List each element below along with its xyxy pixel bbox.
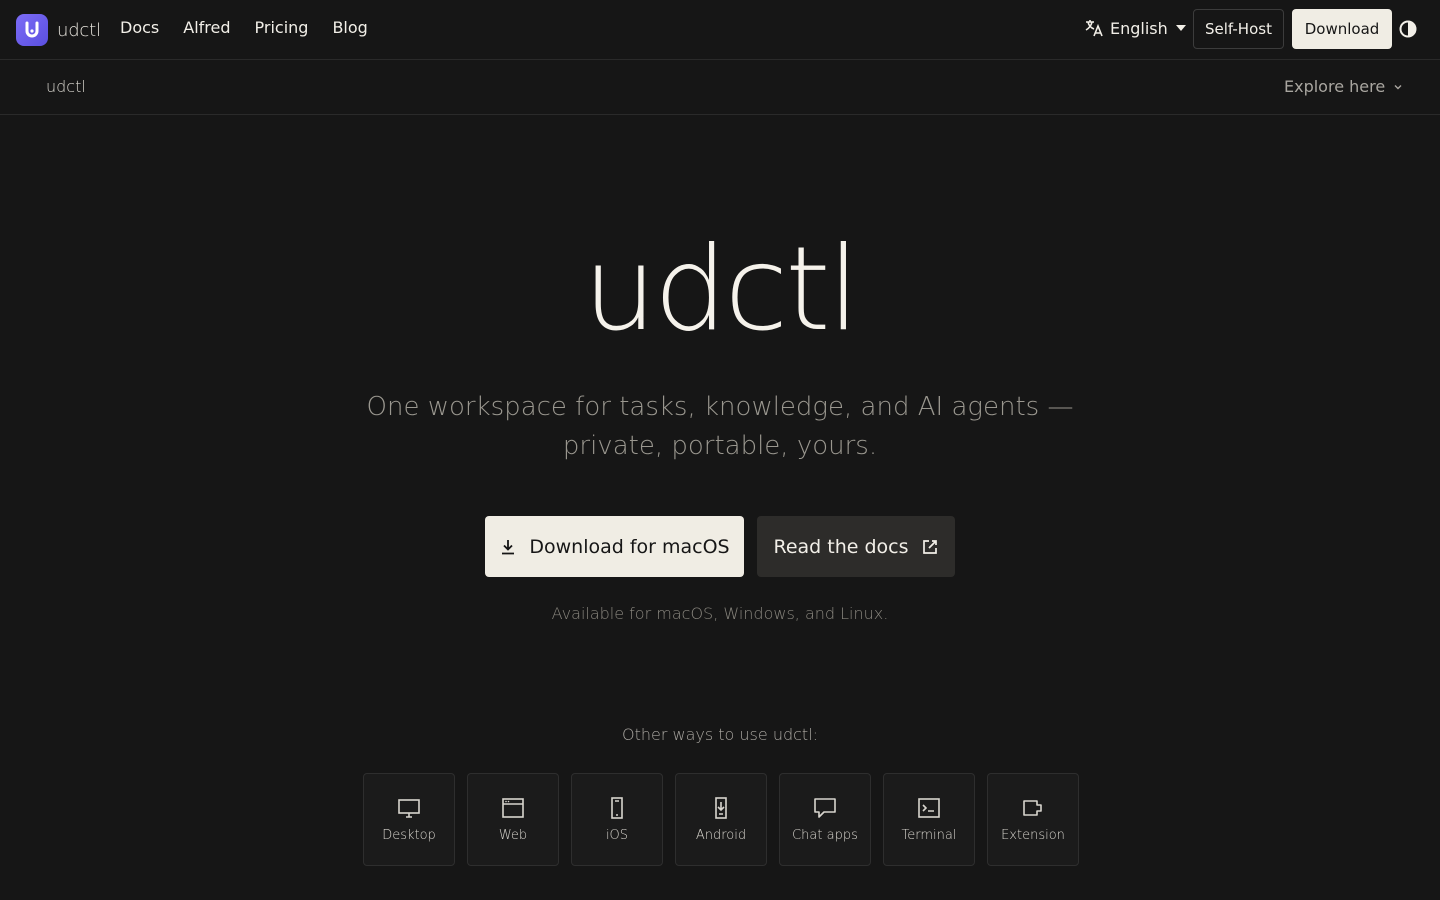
platform-label: Web [498, 828, 528, 843]
monitor-icon [398, 799, 420, 818]
download-icon [502, 539, 515, 554]
explore-dropdown[interactable]: Explore here [1284, 77, 1403, 96]
language-selector[interactable]: English [1084, 18, 1186, 38]
u-shape-icon [16, 14, 48, 46]
contrast-icon[interactable] [1399, 20, 1417, 38]
read-docs-label: Read the docs [773, 535, 909, 558]
platform-label: Android [695, 828, 747, 843]
platform-chat-apps[interactable]: Chat apps [779, 773, 871, 866]
nav-blog[interactable]: Blog [332, 18, 367, 37]
platform-label: Desktop [382, 828, 436, 843]
brand[interactable]: udctl [16, 14, 101, 46]
platform-list: Desktop Web iOS Android Chat apps Termin… [363, 773, 1079, 866]
platform-android[interactable]: Android [675, 773, 767, 866]
subbar-title: udctl [46, 77, 86, 96]
hero-tagline: One workspace for tasks, knowledge, and … [366, 392, 1074, 461]
nav-docs[interactable]: Docs [120, 18, 159, 37]
android-download-icon [715, 797, 727, 819]
other-ways-heading: Other ways to use udctl: [621, 725, 819, 744]
chat-bubble-icon [814, 798, 836, 818]
extension-icon [1023, 800, 1042, 816]
sub-navbar: udctl Explore here [0, 60, 1440, 115]
hero-title: udctl [583, 222, 860, 357]
brand-name: udctl [57, 19, 101, 41]
platform-label: Extension [1001, 828, 1065, 843]
download-macos-button[interactable]: Download for macOS [485, 516, 744, 577]
chevron-down-icon [1394, 84, 1402, 89]
platform-extension[interactable]: Extension [987, 773, 1079, 866]
platform-web[interactable]: Web [467, 773, 559, 866]
browser-window-icon [502, 798, 524, 818]
read-docs-button[interactable]: Read the docs [757, 516, 955, 577]
availability-note: Available for macOS, Windows, and Linux. [551, 604, 889, 623]
translate-icon [1085, 20, 1103, 37]
platform-label: Chat apps [792, 828, 858, 843]
download-button[interactable]: Download [1292, 9, 1392, 49]
main-nav: Docs Alfred Pricing Blog [120, 18, 368, 37]
caret-down-icon [1175, 25, 1186, 31]
self-host-button[interactable]: Self-Host [1193, 9, 1284, 49]
platform-ios[interactable]: iOS [571, 773, 663, 866]
platform-label: iOS [605, 828, 629, 843]
platform-terminal[interactable]: Terminal [883, 773, 975, 866]
terminal-icon [918, 798, 940, 818]
nav-alfred[interactable]: Alfred [183, 18, 230, 37]
top-navbar: udctl Docs Alfred Pricing Blog English S… [0, 0, 1440, 60]
phone-icon [611, 797, 623, 819]
external-link-icon [922, 539, 937, 554]
nav-pricing[interactable]: Pricing [255, 18, 309, 37]
platform-desktop[interactable]: Desktop [363, 773, 455, 866]
download-macos-label: Download for macOS [529, 535, 730, 558]
platform-label: Terminal [901, 828, 957, 843]
language-label: English [1110, 18, 1168, 38]
explore-label: Explore here [1284, 77, 1386, 96]
